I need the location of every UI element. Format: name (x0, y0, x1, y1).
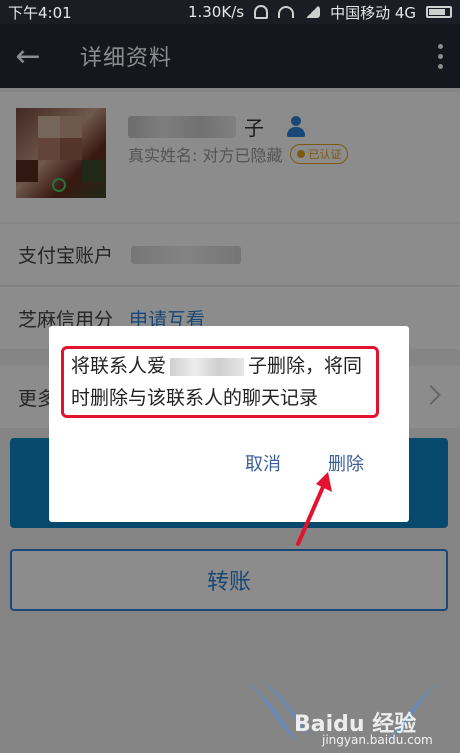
annotation-arrow-icon (296, 472, 332, 546)
wifi-icon (278, 6, 295, 18)
bell-muted-icon (254, 5, 269, 19)
network-speed: 1.30K/s (187, 3, 245, 21)
signal-icon (304, 6, 321, 18)
cancel-button[interactable]: 取消 (245, 450, 281, 476)
carrier-label: 中国移动 4G (330, 3, 416, 22)
battery-icon (426, 6, 452, 18)
delete-contact-dialog: 将联系人爱 子删除，将同时删除与该联系人的聊天记录 取消 删除 (49, 326, 409, 522)
watermark-url: jingyan.baidu.com (322, 733, 433, 747)
status-time: 下午4:01 (8, 3, 72, 22)
status-bar: 下午4:01 1.30K/s 中国移动 4G (0, 0, 460, 24)
annotation-highlight-box (61, 346, 379, 418)
